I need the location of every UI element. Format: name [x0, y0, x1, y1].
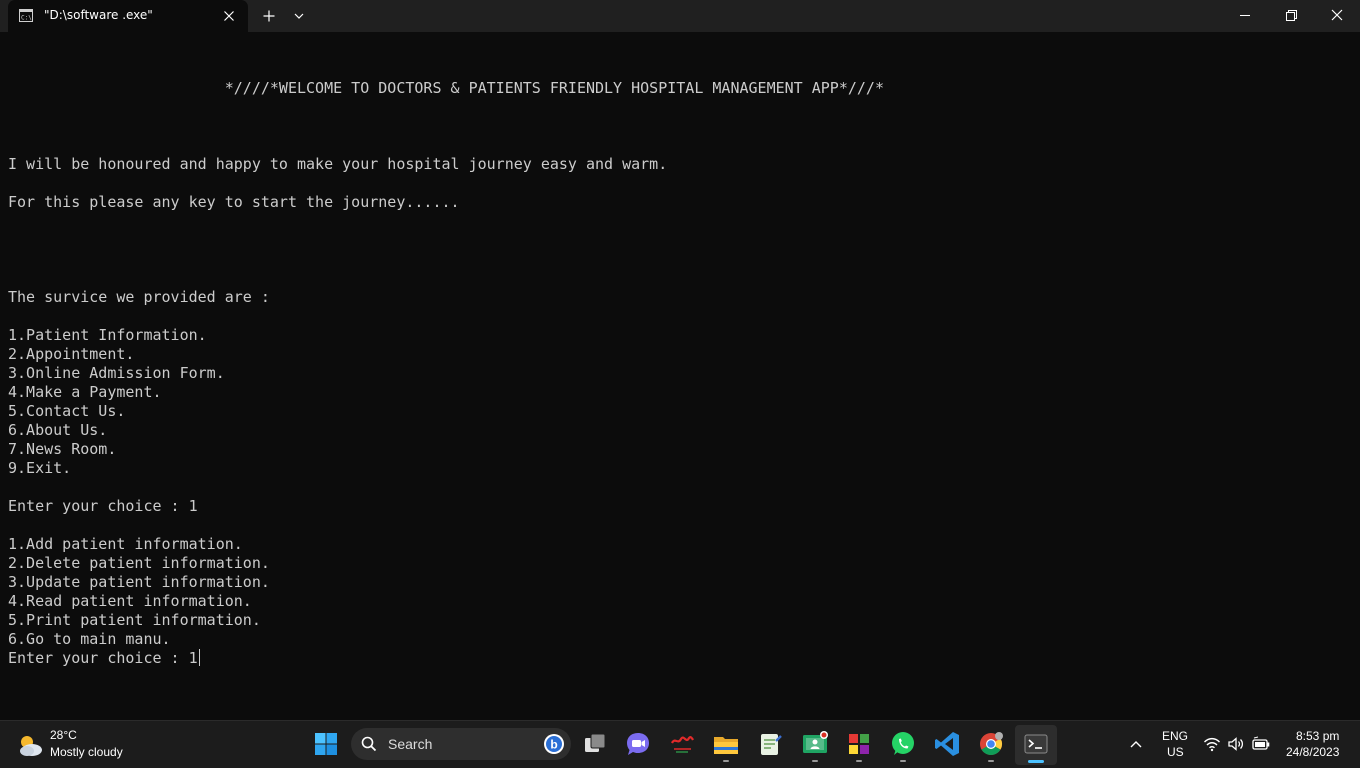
chrome-icon[interactable]	[976, 729, 1006, 759]
terminal-tab[interactable]: C:\ "D:\software .exe"	[8, 0, 248, 32]
vscode-icon[interactable]	[932, 729, 962, 759]
taskbar: 28°C Mostly cloudy Search b ENG US 8:53 …	[0, 720, 1360, 768]
console-line: 4.Read patient information.	[8, 592, 252, 610]
language-indicator[interactable]: ENG	[1162, 729, 1188, 743]
search-placeholder: Search	[388, 736, 433, 752]
tab-title: "D:\software .exe"	[44, 8, 153, 22]
classroom-icon[interactable]	[800, 729, 830, 759]
teams-chat-icon[interactable]	[623, 729, 653, 759]
app-tiles-icon[interactable]	[844, 729, 874, 759]
app-logo-icon[interactable]	[667, 729, 697, 759]
notepad-icon[interactable]	[755, 729, 785, 759]
windows-start-icon[interactable]	[311, 729, 341, 759]
console-line: 1.Add patient information.	[8, 535, 243, 553]
taskbar-search[interactable]: Search b	[351, 728, 571, 760]
console-line: I will be honoured and happy to make you…	[8, 155, 668, 173]
svg-text:C:\: C:\	[21, 15, 32, 22]
console-icon: C:\	[19, 9, 33, 22]
wifi-icon[interactable]	[1203, 735, 1221, 753]
console-line: 9.Exit.	[8, 459, 72, 477]
svg-text:b: b	[550, 738, 557, 752]
console-line: 1.Patient Information.	[8, 326, 207, 344]
search-icon	[361, 736, 377, 752]
keyboard-layout-indicator[interactable]: US	[1167, 745, 1184, 759]
terminal-icon[interactable]	[1021, 729, 1051, 759]
file-explorer-icon[interactable]	[711, 729, 741, 759]
chevron-down-icon[interactable]	[290, 7, 308, 25]
close-icon[interactable]	[1318, 0, 1356, 32]
volume-icon[interactable]	[1227, 735, 1245, 753]
whatsapp-icon[interactable]	[888, 729, 918, 759]
console-line: *////*WELCOME TO DOCTORS & PATIENTS FRIE…	[8, 79, 884, 97]
close-tab-icon[interactable]	[220, 7, 238, 25]
task-view-icon[interactable]	[580, 729, 610, 759]
title-bar: C:\ "D:\software .exe"	[0, 0, 1360, 32]
active-app-indicator	[1028, 760, 1044, 763]
console-line: 5.Contact Us.	[8, 402, 126, 420]
battery-icon[interactable]	[1251, 735, 1271, 753]
restore-icon[interactable]	[1272, 0, 1310, 32]
clock-time[interactable]: 8:53 pm	[1296, 729, 1339, 743]
console-line: 4.Make a Payment.	[8, 383, 162, 401]
console-line: 2.Appointment.	[8, 345, 135, 363]
console-line: 7.News Room.	[8, 440, 117, 458]
console-line: The survice we provided are :	[8, 288, 270, 306]
console-line: 3.Update patient information.	[8, 573, 270, 591]
weather-temperature[interactable]: 28°C	[50, 728, 77, 742]
running-indicator	[723, 760, 729, 762]
weather-description[interactable]: Mostly cloudy	[50, 745, 123, 759]
text-cursor	[198, 649, 201, 666]
bing-icon[interactable]: b	[543, 733, 565, 755]
partly-cloudy-icon[interactable]	[16, 731, 44, 759]
minimize-icon[interactable]	[1226, 0, 1264, 32]
console-line: Enter your choice : 1	[8, 649, 1352, 668]
running-indicator	[900, 760, 906, 762]
console-output[interactable]: *////*WELCOME TO DOCTORS & PATIENTS FRIE…	[8, 79, 1352, 668]
clock-date[interactable]: 24/8/2023	[1286, 745, 1339, 759]
console-line: 6.Go to main manu.	[8, 630, 171, 648]
console-line: 2.Delete patient information.	[8, 554, 270, 572]
running-indicator	[988, 760, 994, 762]
running-indicator	[856, 760, 862, 762]
console-line: 3.Online Admission Form.	[8, 364, 225, 382]
console-line: Enter your choice : 1	[8, 497, 198, 515]
console-line: 5.Print patient information.	[8, 611, 261, 629]
console-line: For this please any key to start the jou…	[8, 193, 460, 211]
chevron-up-icon[interactable]	[1128, 736, 1144, 752]
new-tab-icon[interactable]	[260, 7, 278, 25]
running-indicator	[812, 760, 818, 762]
console-line: 6.About Us.	[8, 421, 108, 439]
